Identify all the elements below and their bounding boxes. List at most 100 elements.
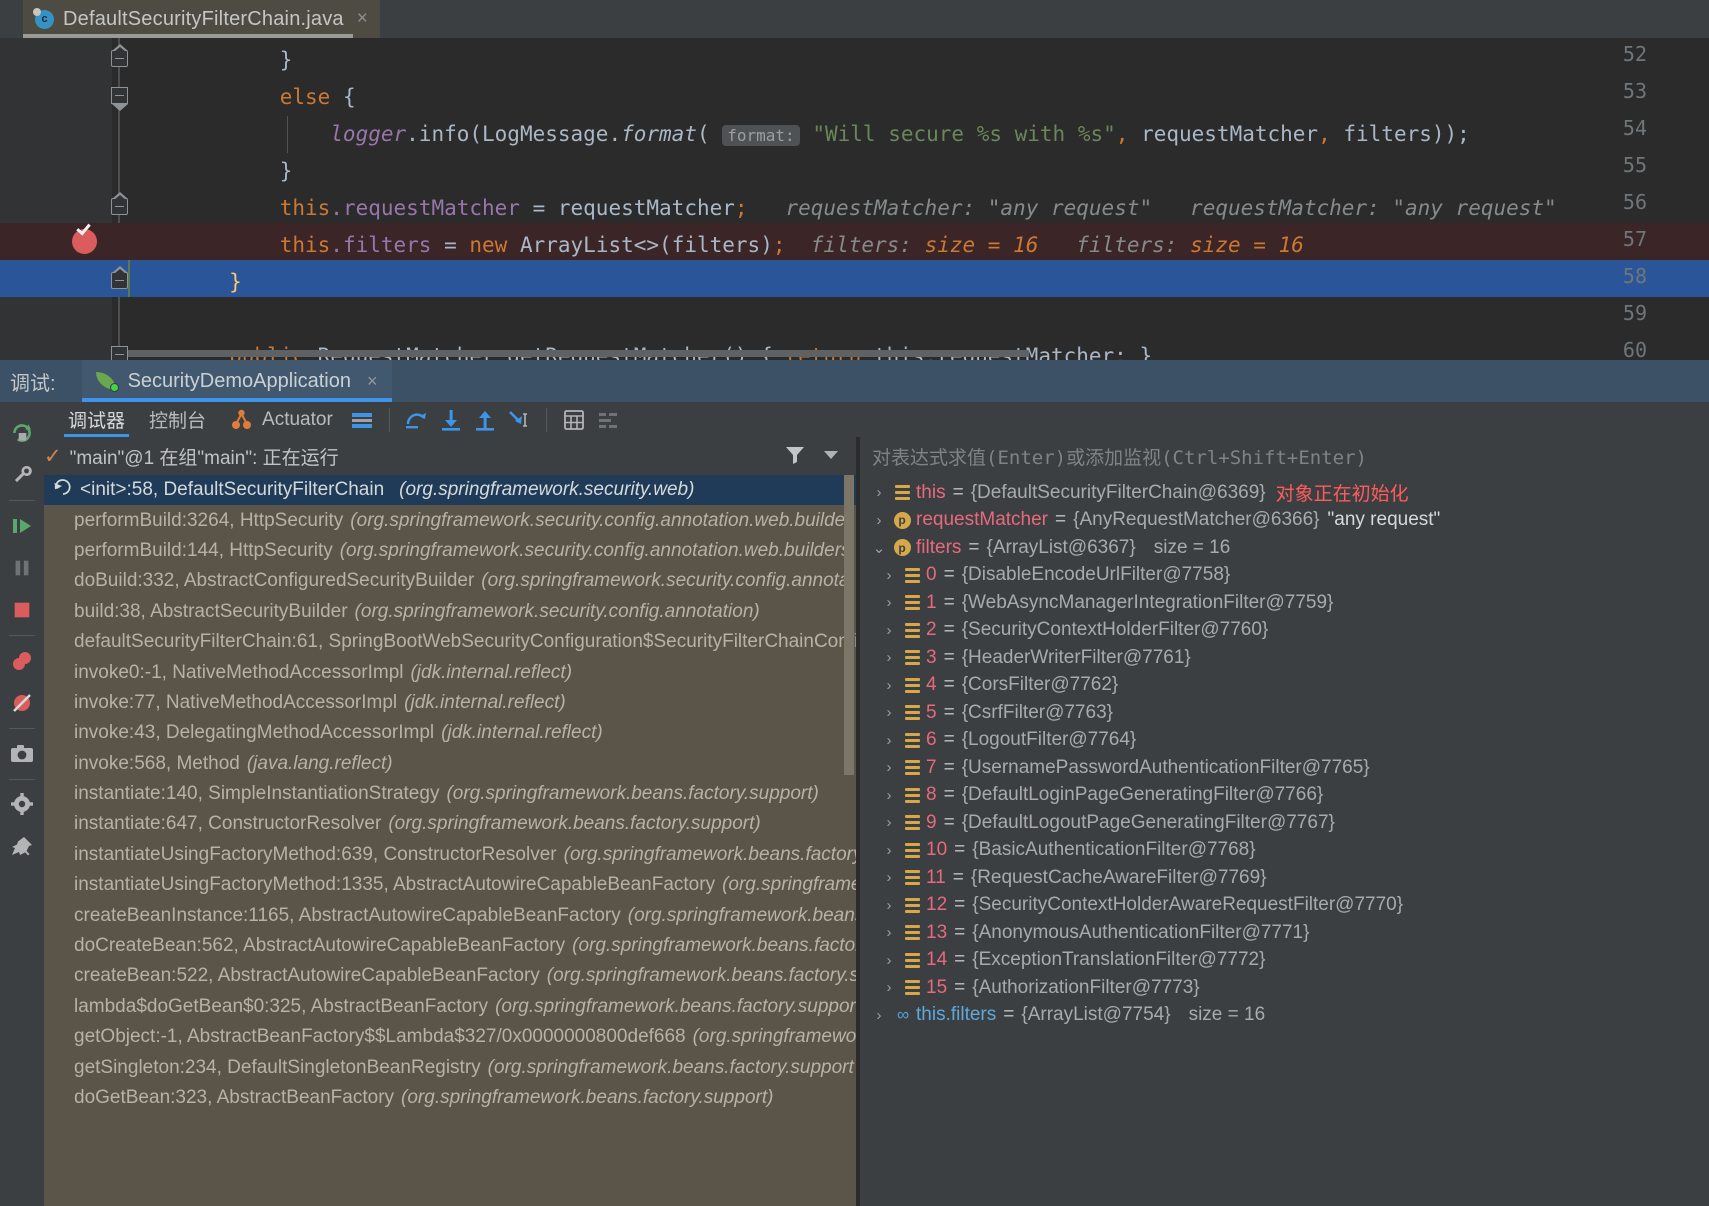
frame-row[interactable]: instantiateUsingFactoryMethod:639, Const…	[44, 840, 856, 870]
frame-row[interactable]: instantiate:647, ConstructorResolver (org…	[44, 809, 856, 839]
chevron-right-icon[interactable]: ›	[878, 787, 900, 804]
code-editor[interactable]: 52 53 54 55 56 57 58 59 60 } else {logg…	[0, 38, 1709, 360]
tab-debugger[interactable]: 调试器	[56, 402, 137, 437]
frame-row[interactable]: createBean:522, AbstractAutowireCapableB…	[44, 961, 856, 991]
list-item[interactable]: › 3 = {HeaderWriterFilter@7761}	[860, 644, 1709, 672]
list-item[interactable]: › 15 = {AuthorizationFilter@7773}	[860, 974, 1709, 1002]
frame-row[interactable]: doGetBean:323, AbstractBeanFactory (org.s…	[44, 1083, 856, 1113]
filter-icon[interactable]	[784, 444, 806, 471]
frame-row[interactable]: createBeanInstance:1165, AbstractAutowir…	[44, 900, 856, 930]
frame-row[interactable]: invoke:77, NativeMethodAccessorImpl (jdk.…	[44, 688, 856, 718]
scrollbar-thumb[interactable]	[128, 350, 1028, 357]
chevron-right-icon[interactable]: ›	[878, 924, 900, 941]
list-item[interactable]: › 10 = {BasicAuthenticationFilter@7768}	[860, 837, 1709, 865]
list-item[interactable]: › 13 = {AnonymousAuthenticationFilter@77…	[860, 919, 1709, 947]
chevron-right-icon[interactable]: ›	[878, 594, 900, 611]
chevron-right-icon[interactable]: ›	[878, 677, 900, 694]
view-breakpoints-icon[interactable]	[5, 640, 39, 682]
list-item[interactable]: › 11 = {RequestCacheAwareFilter@7769}	[860, 864, 1709, 892]
frame-row[interactable]: invoke:43, DelegatingMethodAccessorImpl (…	[44, 718, 856, 748]
close-icon[interactable]: ×	[357, 8, 368, 30]
frames-scrollbar[interactable]	[844, 475, 854, 1206]
fold-marker-end-52[interactable]	[111, 50, 128, 67]
frame-row[interactable]: defaultSecurityFilterChain:61, SpringBoo…	[44, 627, 856, 657]
list-item[interactable]: › 9 = {DefaultLogoutPageGeneratingFilter…	[860, 809, 1709, 837]
frame-row[interactable]: instantiate:140, SimpleInstantiationStra…	[44, 779, 856, 809]
stop-icon[interactable]	[5, 589, 39, 631]
tab-console[interactable]: 控制台	[137, 402, 218, 437]
frame-row[interactable]: instantiateUsingFactoryMethod:1335, Abst…	[44, 870, 856, 900]
frame-row[interactable]: build:38, AbstractSecurityBuilder (org.sp…	[44, 597, 856, 627]
list-item[interactable]: › 12 = {SecurityContextHolderAwareReques…	[860, 892, 1709, 920]
fold-marker-end-58[interactable]	[111, 272, 128, 289]
evaluate-expression-icon[interactable]	[557, 403, 591, 437]
chevron-down-icon[interactable]	[824, 451, 838, 459]
chevron-right-icon[interactable]: ›	[878, 897, 900, 914]
settings-list-icon[interactable]	[591, 403, 625, 437]
chevron-right-icon[interactable]: ›	[878, 649, 900, 666]
fold-marker-end-55[interactable]	[111, 198, 128, 215]
rerun-icon[interactable]	[5, 412, 39, 454]
fold-marker-collapse-60[interactable]	[111, 346, 128, 360]
chevron-right-icon[interactable]: ›	[878, 567, 900, 584]
editor-gutter[interactable]	[0, 38, 112, 360]
chevron-right-icon[interactable]: ›	[878, 732, 900, 749]
list-item[interactable]: › 4 = {CorsFilter@7762}	[860, 672, 1709, 700]
list-item[interactable]: › 8 = {DefaultLoginPageGeneratingFilter@…	[860, 782, 1709, 810]
chevron-right-icon[interactable]: ›	[868, 512, 890, 529]
gear-icon[interactable]	[5, 784, 39, 826]
debug-left-toolbar[interactable]	[0, 402, 44, 1206]
frame-row[interactable]: performBuild:3264, HttpSecurity (org.spri…	[44, 505, 856, 535]
chevron-right-icon[interactable]: ›	[878, 704, 900, 721]
camera-icon[interactable]	[5, 733, 39, 775]
chevron-right-icon[interactable]: ›	[868, 1007, 890, 1024]
variables-tree[interactable]: › this = {DefaultSecurityFilterChain@636…	[860, 475, 1709, 1206]
fold-marker-collapse-53[interactable]	[111, 87, 128, 104]
frame-row[interactable]: invoke:568, Method (java.lang.reflect)	[44, 749, 856, 779]
close-icon[interactable]: ×	[367, 371, 378, 392]
scrollbar-thumb[interactable]	[844, 475, 854, 775]
evaluate-expression-bar[interactable]: 对表达式求值(Enter)或添加监视(Ctrl+Shift+Enter)	[860, 437, 1709, 475]
variable-row-filters[interactable]: ⌄ p filters = {ArrayList@6367} size = 16	[860, 534, 1709, 562]
variable-row-this[interactable]: › this = {DefaultSecurityFilterChain@636…	[860, 479, 1709, 507]
frame-row[interactable]: doCreateBean:562, AbstractAutowireCapabl…	[44, 931, 856, 961]
list-item[interactable]: › 1 = {WebAsyncManagerIntegrationFilter@…	[860, 589, 1709, 617]
code-lines[interactable]: } else { logger.info(LogMessage.format( …	[128, 38, 1709, 360]
chevron-right-icon[interactable]: ›	[878, 979, 900, 996]
list-item[interactable]: › 2 = {SecurityContextHolderFilter@7760}	[860, 617, 1709, 645]
chevron-right-icon[interactable]: ›	[878, 952, 900, 969]
chevron-down-icon[interactable]: ⌄	[868, 539, 890, 557]
frame-row-selected[interactable]: <init>:58, DefaultSecurityFilterChain (o…	[44, 475, 856, 506]
resume-icon[interactable]	[5, 505, 39, 547]
chevron-right-icon[interactable]: ›	[878, 869, 900, 886]
wrench-icon[interactable]	[5, 454, 39, 496]
mute-breakpoints-icon[interactable]	[5, 682, 39, 724]
list-item[interactable]: › 7 = {UsernamePasswordAuthenticationFil…	[860, 754, 1709, 782]
tab-actuator[interactable]: Actuator	[218, 402, 345, 437]
chevron-right-icon[interactable]: ›	[868, 484, 890, 501]
debug-session-tab[interactable]: SecurityDemoApplication ×	[81, 360, 392, 402]
variable-row-requestmatcher[interactable]: › p requestMatcher = {AnyRequestMatcher@…	[860, 507, 1709, 535]
step-into-icon[interactable]	[434, 403, 468, 437]
list-item[interactable]: › 6 = {LogoutFilter@7764}	[860, 727, 1709, 755]
layout-settings-icon[interactable]	[345, 403, 379, 437]
frame-row[interactable]: doBuild:332, AbstractConfiguredSecurityB…	[44, 566, 856, 596]
editor-tab-defaultsecurityfilterchain[interactable]: c DefaultSecurityFilterChain.java ×	[23, 0, 380, 38]
pause-icon[interactable]	[5, 547, 39, 589]
editor-horizontal-scrollbar[interactable]	[128, 350, 1703, 357]
step-over-icon[interactable]	[400, 403, 434, 437]
frame-row[interactable]: getObject:-1, AbstractBeanFactory$$Lambd…	[44, 1022, 856, 1052]
chevron-right-icon[interactable]: ›	[878, 814, 900, 831]
breakpoint-icon[interactable]	[72, 220, 97, 254]
list-item[interactable]: › 5 = {CsrfFilter@7763}	[860, 699, 1709, 727]
chevron-right-icon[interactable]: ›	[878, 622, 900, 639]
evaluate-input-placeholder[interactable]: 对表达式求值(Enter)或添加监视(Ctrl+Shift+Enter)	[872, 443, 1367, 470]
pin-icon[interactable]	[5, 826, 39, 868]
frame-row[interactable]: lambda$doGetBean$0:325, AbstractBeanFact…	[44, 992, 856, 1022]
chevron-right-icon[interactable]: ›	[878, 842, 900, 859]
list-item[interactable]: › 0 = {DisableEncodeUrlFilter@7758}	[860, 562, 1709, 590]
frame-row[interactable]: performBuild:144, HttpSecurity (org.sprin…	[44, 536, 856, 566]
frame-row[interactable]: getSingleton:234, DefaultSingletonBeanRe…	[44, 1052, 856, 1082]
frames-list[interactable]: <init>:58, DefaultSecurityFilterChain (o…	[44, 475, 856, 1206]
chevron-right-icon[interactable]: ›	[878, 759, 900, 776]
